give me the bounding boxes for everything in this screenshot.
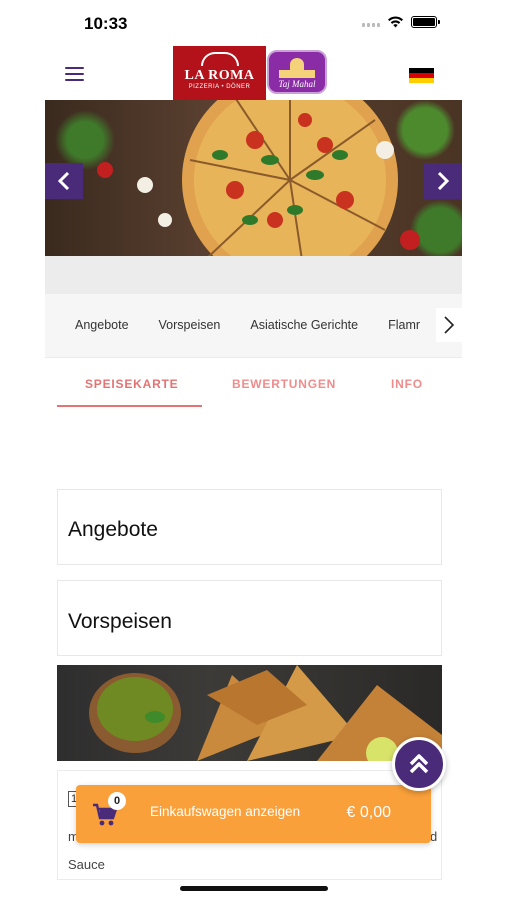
item-text: d (430, 829, 438, 844)
chevron-left-icon (58, 172, 70, 190)
tab-bewertungen[interactable]: BEWERTUNGEN (232, 377, 336, 391)
category-item-asiatische-gerichte[interactable]: Asiatische Gerichte (250, 318, 358, 332)
double-chevron-up-icon (409, 754, 429, 774)
cart-total: € 0,00 (346, 804, 391, 821)
taj-mahal-base (279, 70, 315, 78)
taj-mahal-logo[interactable]: Taj Mahal (267, 50, 327, 94)
category-item-flamm[interactable]: Flamr (388, 318, 420, 332)
status-bar: 10:33 (0, 0, 507, 46)
view-cart-button[interactable]: 0 Einkaufswagen anzeigen € 0,00 (76, 785, 431, 843)
vorspeisen-image (57, 665, 442, 761)
status-time: 10:33 (84, 14, 128, 33)
tab-speisekarte[interactable]: SPEISEKARTE (85, 377, 179, 391)
wifi-icon (388, 16, 403, 28)
section-title: Angebote (68, 518, 158, 541)
battery-icon (411, 16, 440, 28)
category-item-vorspeisen[interactable]: Vorspeisen (159, 318, 221, 332)
chevron-right-icon (444, 316, 454, 334)
hero-carousel (45, 100, 462, 256)
item-description: Sauce (68, 857, 105, 872)
category-scroll-right-button[interactable] (436, 308, 462, 342)
carousel-prev-button[interactable] (45, 163, 83, 199)
section-title: Vorspeisen (68, 610, 172, 633)
active-tab-indicator (57, 405, 202, 407)
chevron-right-icon (437, 172, 449, 190)
category-nav: Angebote Vorspeisen Asiatische Gerichte … (45, 294, 462, 358)
carousel-next-button[interactable] (424, 163, 462, 199)
hamburger-menu-icon[interactable] (65, 67, 84, 81)
colosseum-icon (201, 52, 239, 66)
cart-count-badge: 0 (108, 792, 126, 810)
section-header-angebote[interactable]: Angebote (57, 489, 442, 565)
logo-title: Taj Mahal (278, 79, 316, 89)
cellular-signal-icon (362, 17, 380, 27)
app-header: LA ROMA PIZZERIA • DÖNER Taj Mahal (45, 46, 462, 100)
category-list: Angebote Vorspeisen Asiatische Gerichte … (75, 318, 450, 332)
cart-label: Einkaufswagen anzeigen (150, 804, 301, 819)
category-item-angebote[interactable]: Angebote (75, 318, 129, 332)
flag-de-icon[interactable] (409, 68, 434, 83)
samosa-image (89, 665, 442, 761)
tab-bar: SPEISEKARTE BEWERTUNGEN INFO (45, 358, 462, 410)
tab-info[interactable]: INFO (391, 377, 423, 391)
scroll-to-top-button[interactable] (392, 737, 446, 791)
la-roma-logo[interactable]: LA ROMA PIZZERIA • DÖNER (173, 46, 266, 100)
home-indicator[interactable] (180, 886, 328, 891)
section-header-vorspeisen[interactable]: Vorspeisen (57, 580, 442, 656)
hero-spacer (45, 256, 462, 294)
logo-title: LA ROMA (184, 68, 255, 83)
status-icons (362, 16, 440, 28)
pizza-image (97, 100, 449, 256)
logo-subtitle: PIZZERIA • DÖNER (188, 84, 251, 90)
